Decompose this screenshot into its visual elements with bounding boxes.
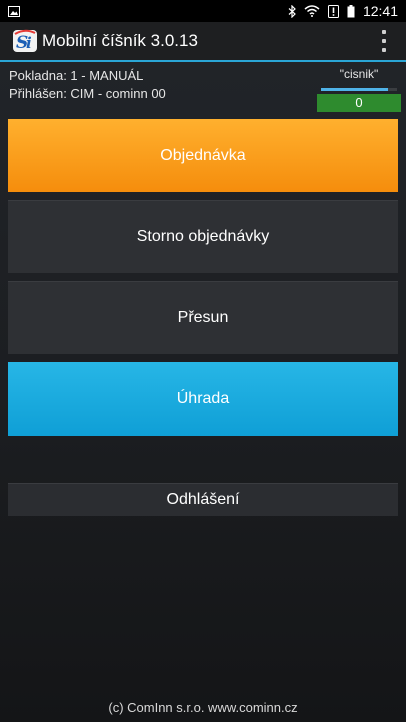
overflow-menu-icon[interactable] — [378, 30, 390, 52]
session-info: Pokladna: 1 - MANUÁL Přihlášen: CIM - co… — [9, 67, 166, 103]
user-box: "cisnik" 0 — [317, 66, 401, 112]
user-progress-fill — [321, 88, 388, 91]
logged-in-label: Přihlášen: CIM - cominn 00 — [9, 86, 166, 101]
user-progress-bar — [321, 88, 397, 91]
move-button-label: Přesun — [177, 309, 229, 326]
wifi-icon — [304, 5, 320, 17]
status-bar: 12:41 — [0, 0, 406, 22]
register-label: Pokladna: 1 - MANUÁL — [9, 68, 144, 83]
payment-button-label: Úhrada — [176, 390, 230, 407]
status-left — [0, 5, 20, 17]
image-icon — [8, 5, 20, 17]
menu-dot — [382, 30, 386, 34]
status-time: 12:41 — [362, 3, 398, 19]
cancel-order-button[interactable]: Storno objednávky — [8, 200, 398, 273]
counter-badge: 0 — [317, 94, 401, 112]
cancel-order-button-label: Storno objednávky — [136, 228, 270, 245]
bluetooth-icon — [288, 4, 296, 18]
move-button[interactable]: Přesun — [8, 281, 398, 354]
svg-text:i: i — [26, 34, 32, 52]
logout-button[interactable]: Odhlášení — [8, 483, 398, 516]
menu-dot — [382, 39, 386, 43]
order-button[interactable]: Objednávka — [8, 119, 398, 192]
user-name: "cisnik" — [339, 67, 379, 81]
menu-dot — [382, 48, 386, 52]
screen: 12:41 S i Mobilní číšník 3.0.13 Pokladna… — [0, 0, 406, 722]
alert-icon — [327, 4, 339, 18]
app-logo-icon: S i — [12, 28, 38, 54]
payment-button[interactable]: Úhrada — [8, 362, 398, 436]
status-right: 12:41 — [288, 3, 406, 19]
order-button-label: Objednávka — [160, 146, 246, 164]
action-bar: S i Mobilní číšník 3.0.13 — [0, 22, 406, 62]
footer-copyright: (c) ComInn s.r.o. www.cominn.cz — [108, 700, 298, 715]
battery-icon — [347, 4, 355, 18]
logout-button-label: Odhlášení — [166, 491, 240, 508]
app-title: Mobilní číšník 3.0.13 — [42, 31, 198, 50]
